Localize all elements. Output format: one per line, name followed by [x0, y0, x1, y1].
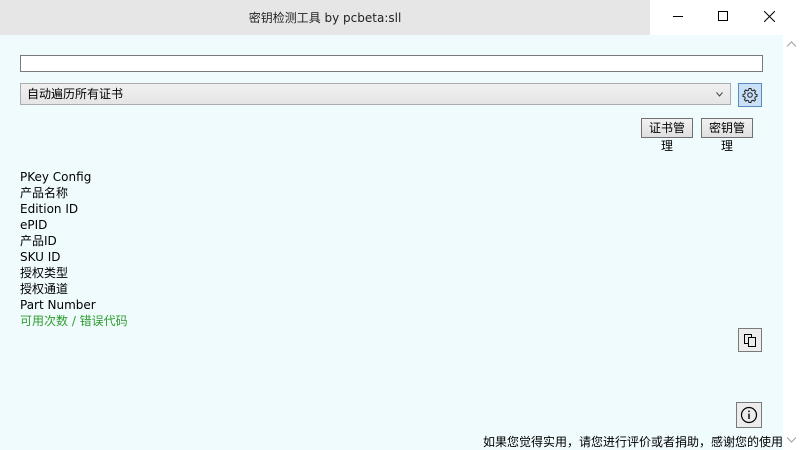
about-button[interactable] — [736, 402, 762, 428]
field-part-number: Part Number — [20, 298, 96, 312]
cert-manage-button[interactable]: 证书管理 — [641, 118, 693, 153]
chevron-down-icon — [716, 92, 723, 97]
key-manage-button[interactable]: 密钥管理 — [701, 118, 753, 153]
field-license-type: 授权类型 — [20, 266, 69, 280]
certificate-select[interactable]: 自动遍历所有证书 — [20, 83, 731, 105]
info-icon — [740, 406, 758, 424]
field-pkey-config: PKey Config — [20, 170, 92, 184]
maximize-button[interactable] — [700, 0, 746, 32]
product-key-input[interactable] — [20, 55, 763, 72]
scroll-down-icon[interactable] — [787, 437, 796, 443]
settings-button[interactable] — [738, 83, 762, 107]
field-product-id: 产品ID — [20, 234, 57, 248]
close-icon — [763, 10, 775, 22]
minimize-button[interactable] — [655, 0, 701, 32]
gear-icon — [742, 88, 758, 103]
maximize-icon — [718, 11, 728, 21]
field-edition-id: Edition ID — [20, 202, 79, 216]
copy-button[interactable] — [738, 328, 762, 352]
key-info-list: PKey Config 产品名称 Edition ID ePID 产品ID SK… — [20, 169, 128, 329]
field-epid: ePID — [20, 218, 48, 232]
close-button[interactable] — [746, 0, 792, 32]
vertical-scrollbar[interactable] — [783, 35, 800, 450]
scroll-up-icon[interactable] — [787, 41, 796, 47]
window-title: 密钥检测工具 by pcbeta:sll — [248, 11, 402, 25]
field-license-channel: 授权通道 — [20, 282, 69, 296]
certificate-select-value: 自动遍历所有证书 — [27, 87, 124, 101]
minimize-icon — [673, 16, 683, 17]
field-activation-count-error-code: 可用次数 / 错误代码 — [20, 314, 128, 328]
copy-icon — [744, 334, 756, 347]
field-product-name: 产品名称 — [20, 186, 69, 200]
field-sku-id: SKU ID — [20, 250, 61, 264]
footer-message: 如果您觉得实用，请您进行评价或者捐助，感谢您的使用 — [482, 435, 783, 449]
